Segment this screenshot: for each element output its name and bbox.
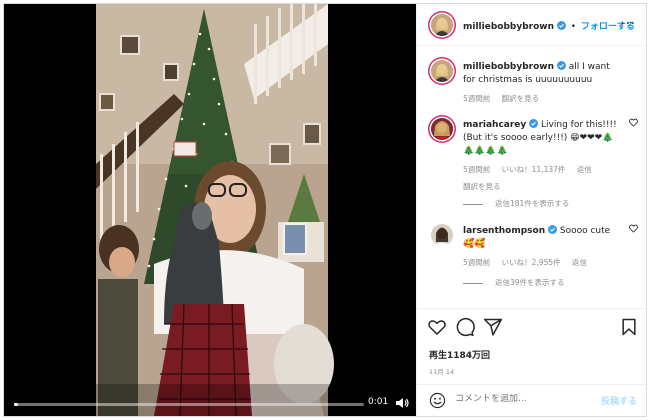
comment-meta: 5週間前 いいね！2,955件 返信 xyxy=(463,256,624,269)
caption-time: 5週間前 xyxy=(463,94,491,103)
instagram-post-modal: 0:01 milliebobbybrown • フォローする ··· milli… xyxy=(3,3,647,417)
verified-badge-icon xyxy=(548,225,557,234)
add-comment-bar: 投稿する xyxy=(417,384,646,416)
comment-bubble-icon[interactable] xyxy=(455,317,475,337)
caption-translate[interactable]: 翻訳を見る xyxy=(502,94,540,103)
view-replies[interactable]: 返信39件を表示する xyxy=(463,277,565,288)
replies-line xyxy=(463,203,483,205)
view-replies[interactable]: 返信181件を表示する xyxy=(463,198,569,209)
more-options-icon[interactable]: ··· xyxy=(621,17,636,32)
verified-badge-icon xyxy=(556,21,566,30)
comment-username[interactable]: larsenthompson xyxy=(463,226,545,236)
header-user: milliebobbybrown • フォローする xyxy=(463,19,635,32)
caption-meta: 5週間前 翻訳を見る xyxy=(463,92,624,105)
post-date: 11月 14 xyxy=(429,368,455,376)
commenter-avatar[interactable] xyxy=(431,118,453,140)
progress-bar[interactable] xyxy=(14,403,364,406)
emoji-smiley-icon[interactable] xyxy=(429,392,446,409)
view-replies-label[interactable]: 返信181件を表示する xyxy=(495,199,569,208)
comment-time: 5週間前 xyxy=(463,165,491,174)
caption-username[interactable]: milliebobbybrown xyxy=(463,62,554,72)
comment-meta: 5週間前 いいね！11,137件 返信 xyxy=(463,163,624,176)
author-avatar[interactable] xyxy=(431,14,453,36)
video-time: 0:01 xyxy=(368,397,389,407)
view-replies-label[interactable]: 返信39件を表示する xyxy=(495,278,565,287)
video-frame xyxy=(4,4,416,416)
post-header: milliebobbybrown • フォローする ··· xyxy=(417,4,646,46)
verified-badge-icon xyxy=(529,119,539,128)
progress-fill xyxy=(14,403,18,406)
replies-line xyxy=(463,282,483,284)
save-bookmark-icon[interactable] xyxy=(619,317,639,337)
post-comment-button[interactable]: 投稿する xyxy=(601,394,637,407)
verified-badge-icon xyxy=(556,61,566,70)
like-heart-icon[interactable] xyxy=(427,317,447,337)
comment-translate[interactable]: 翻訳を見る xyxy=(463,180,624,193)
comment-body: larsenthompson Soooo cute 🥰🥰 5週間前 いいね！2,… xyxy=(463,225,624,269)
view-count: 再生1184万回 xyxy=(429,351,491,361)
share-paper-plane-icon[interactable] xyxy=(483,317,503,337)
comment-username[interactable]: mariahcarey xyxy=(463,120,526,130)
add-comment-input[interactable] xyxy=(455,394,585,404)
commenter-avatar[interactable] xyxy=(431,224,453,246)
comment-time: 5週間前 xyxy=(463,258,491,267)
header-username[interactable]: milliebobbybrown xyxy=(463,22,554,32)
caption-avatar[interactable] xyxy=(431,60,453,82)
separator-dot: • xyxy=(570,22,577,32)
post-side-panel: milliebobbybrown • フォローする ··· milliebobb… xyxy=(416,4,646,416)
reply-button[interactable]: 返信 xyxy=(572,258,587,267)
reply-button[interactable]: 返信 xyxy=(577,165,592,174)
video-controls: 0:01 xyxy=(4,390,416,416)
caption-body: milliebobbybrown all I want for christma… xyxy=(463,61,624,105)
like-comment-heart-icon[interactable] xyxy=(629,224,638,233)
comment-body: mariahcarey Living for this!!!! (But it'… xyxy=(463,119,624,193)
post-actions: 再生1184万回 11月 14 投稿する xyxy=(417,308,646,416)
video-player[interactable]: 0:01 xyxy=(4,4,416,416)
like-comment-heart-icon[interactable] xyxy=(629,118,638,127)
comment-likes[interactable]: いいね！11,137件 xyxy=(502,165,566,174)
volume-icon[interactable] xyxy=(395,397,409,409)
comment-likes[interactable]: いいね！2,955件 xyxy=(502,258,561,267)
